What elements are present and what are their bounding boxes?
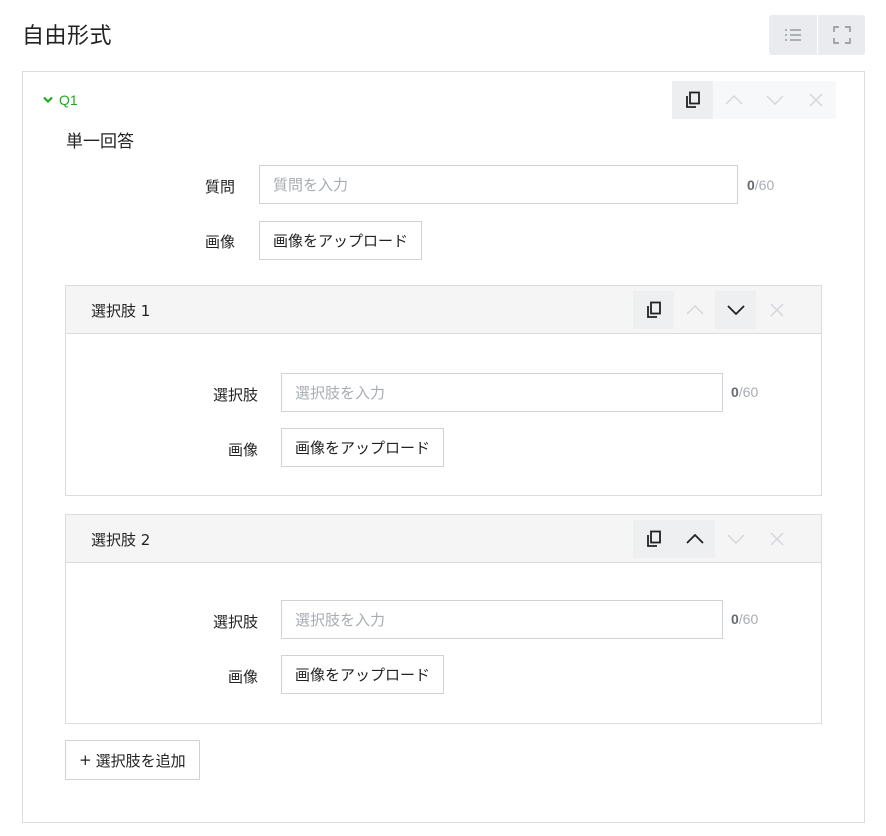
plus-icon: + [79,751,92,769]
question-label: 質問 [204,178,235,196]
choice-input[interactable] [281,373,723,412]
choice-label: 選択肢 [212,613,258,631]
chevron-up-icon [725,95,742,105]
copy-icon [685,91,700,108]
fullscreen-button[interactable] [817,15,865,55]
choice-image-label: 画像 [227,441,258,459]
choice-image-upload-button[interactable]: 画像をアップロード [281,428,445,467]
move-down-button[interactable] [754,81,795,119]
move-down-button[interactable] [715,291,756,329]
delete-choice-button[interactable] [756,291,797,329]
choice-card: 選択肢 2 選択肢 選択肢を入力 0/60 画像 画像をアップロード [65,514,822,724]
choice-title: 選択肢 1 [91,302,151,320]
copy-icon [646,530,661,547]
choice-input[interactable] [281,600,723,639]
copy-choice-button[interactable] [633,291,674,329]
add-choice-label: 選択肢を追加 [95,751,186,770]
choice-char-counter: 0/60 [731,384,759,400]
question-number: Q1 [59,92,78,108]
question-controls [672,81,836,119]
view-toggle [769,15,865,55]
question-image-upload-button[interactable]: 画像をアップロード [259,221,423,260]
choice-label: 選択肢 [212,386,258,404]
choice-title: 選択肢 2 [91,531,151,549]
chevron-down-icon [726,305,745,315]
fullscreen-icon [832,26,851,44]
chevron-down-icon [43,96,53,104]
copy-question-button[interactable] [672,81,713,119]
move-up-button[interactable] [674,520,715,558]
list-icon [785,29,801,41]
chevron-up-icon [685,534,704,544]
question-card: Q1 単一回答 質問 0/60 画像 画像をアップ [22,71,865,823]
move-down-button[interactable] [715,520,756,558]
copy-icon [646,301,661,318]
choice-char-counter: 0/60 [731,611,759,627]
chevron-down-icon [727,534,744,544]
question-image-label: 画像 [204,233,235,251]
move-up-button[interactable] [674,291,715,329]
close-icon [809,93,822,107]
question-char-counter: 0/60 [747,177,775,193]
choice-header: 選択肢 1 [66,286,821,334]
question-input[interactable] [259,165,738,204]
choice-image-label: 画像 [227,668,258,686]
delete-question-button[interactable] [795,81,836,119]
choice-controls [633,520,797,558]
delete-choice-button[interactable] [756,520,797,558]
question-collapse-toggle[interactable]: Q1 [43,92,78,108]
choice-card: 選択肢 1 選択肢 選択肢を入力 0/60 画像 画像をアップロード [65,285,822,496]
add-choice-button[interactable]: + 選択肢を追加 [65,740,200,780]
choice-header: 選択肢 2 [66,515,821,563]
page-title: 自由形式 [22,24,113,49]
list-view-button[interactable] [769,15,817,55]
move-up-button[interactable] [713,81,754,119]
question-type: 単一回答 [66,132,134,152]
copy-choice-button[interactable] [633,520,674,558]
close-icon [770,532,783,546]
close-icon [770,303,783,317]
chevron-down-icon [766,95,783,105]
choice-controls [633,291,797,329]
choice-image-upload-button[interactable]: 画像をアップロード [281,655,445,694]
chevron-up-icon [686,305,703,315]
